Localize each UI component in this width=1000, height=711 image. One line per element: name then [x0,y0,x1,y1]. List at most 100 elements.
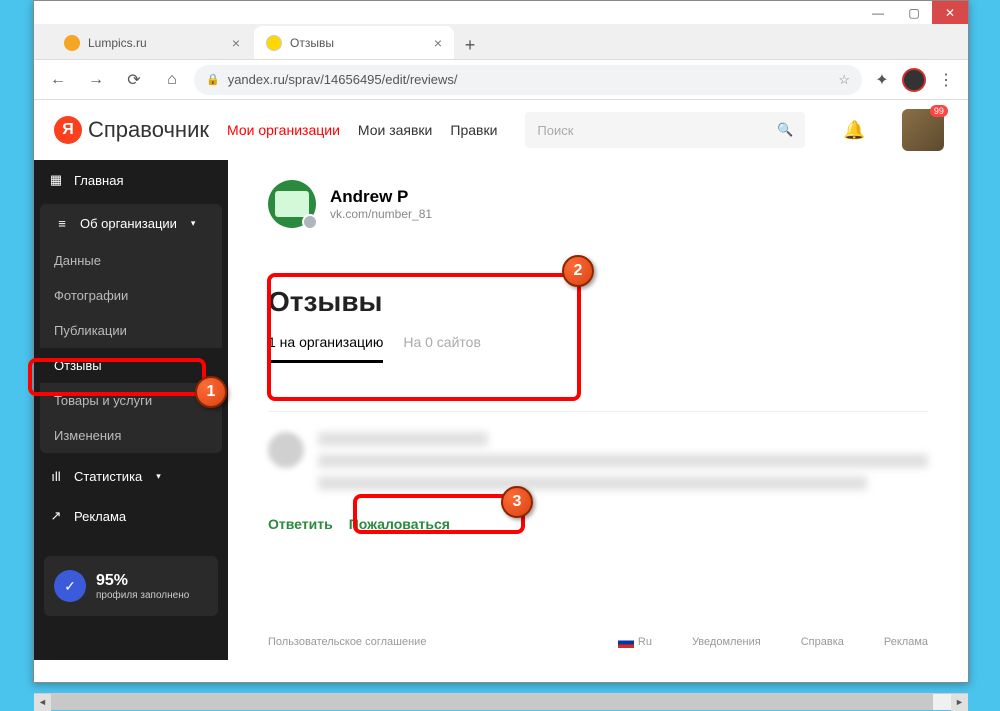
footer-help[interactable]: Справка [801,636,844,648]
browser-window: — ▢ ✕ Lumpics.ru × Отзывы × + ← → ⟳ ⌂ 🔒 … [33,0,969,683]
sidebar-label: Главная [74,173,123,188]
search-input[interactable]: Поиск 🔍 [525,112,805,148]
tab-reviews[interactable]: Отзывы × [254,26,454,59]
profile-completion[interactable]: ✓ 95% профиля заполнено [44,556,218,616]
footer-agreement[interactable]: Пользовательское соглашение [268,636,426,648]
tab-on-org[interactable]: 1 на организацию [268,334,383,363]
favicon-icon [64,35,80,51]
nav-my-orgs[interactable]: Мои организации [227,122,340,138]
chevron-down-icon: ▾ [191,218,196,229]
logo-text: Справочник [88,117,209,143]
review-item [268,432,928,498]
trend-icon: ↗ [48,508,64,524]
grid-icon: ▦ [48,172,64,188]
forward-button[interactable]: → [80,64,112,96]
sidebar: ▦ Главная ≡ Об организации ▾ Данные Фото… [34,160,228,660]
flag-ru-icon [618,637,634,648]
favicon-icon [266,35,282,51]
org-header: Andrew P vk.com/number_81 [268,180,928,228]
sidebar-sub-photos[interactable]: Фотографии [40,278,222,313]
marker-3: 3 [501,486,533,518]
org-name: Andrew P [330,187,432,207]
verify-badge-icon [302,214,318,230]
horizontal-scrollbar[interactable]: ◄ ► [34,693,968,710]
sidebar-item-ads[interactable]: ↗ Реклама [34,496,228,536]
footer-lang[interactable]: Ru [618,636,652,648]
address-bar: ← → ⟳ ⌂ 🔒 yandex.ru/sprav/14656495/edit/… [34,60,968,100]
menu-icon: ≡ [54,216,70,231]
marker-2: 2 [562,255,594,287]
blurred-text [318,454,928,468]
chevron-down-icon: ▾ [156,471,161,482]
profile-label: профиля заполнено [96,590,189,601]
tab-title: Отзывы [290,36,334,50]
minimize-button[interactable]: — [860,1,896,24]
sidebar-item-home[interactable]: ▦ Главная [34,160,228,200]
blurred-text [318,476,867,490]
footer-notifications[interactable]: Уведомления [692,636,761,648]
yandex-logo[interactable]: Я Справочник [54,116,209,144]
main-content: Andrew P vk.com/number_81 Отзывы 1 на ор… [228,160,968,660]
monitor-icon [275,191,309,217]
tab-title: Lumpics.ru [88,36,147,50]
org-avatar[interactable] [268,180,316,228]
titlebar: — ▢ ✕ [34,1,968,24]
blurred-text [318,432,488,446]
tab-lumpics[interactable]: Lumpics.ru × [52,26,252,59]
url-bar[interactable]: 🔒 yandex.ru/sprav/14656495/edit/reviews/… [194,65,862,95]
menu-icon[interactable]: ⋮ [932,66,960,94]
sidebar-sub-data[interactable]: Данные [40,243,222,278]
sidebar-label: Об организации [80,216,177,231]
sidebar-sub-reviews[interactable]: Отзывы [40,348,222,383]
close-button[interactable]: ✕ [932,1,968,24]
tab-close-icon[interactable]: × [434,35,442,51]
lock-icon: 🔒 [206,73,220,86]
yandex-header: Я Справочник Мои организации Мои заявки … [34,100,968,160]
tab-close-icon[interactable]: × [232,35,240,51]
review-tabs: 1 на организацию На 0 сайтов [268,334,928,381]
footer-ads[interactable]: Реклама [884,636,928,648]
profile-avatar[interactable] [902,68,926,92]
tab-strip: Lumpics.ru × Отзывы × + [34,24,968,60]
bell-icon[interactable]: 🔔 [843,120,865,141]
new-tab-button[interactable]: + [456,31,484,59]
url-text: yandex.ru/sprav/14656495/edit/reviews/ [228,72,458,87]
scroll-thumb[interactable] [51,694,933,710]
sidebar-group-about: ≡ Об организации ▾ Данные Фотографии Пуб… [40,204,222,453]
yandex-badge-icon: Я [54,116,82,144]
search-icon: 🔍 [777,122,793,138]
reviews-title: Отзывы [268,258,928,318]
back-button[interactable]: ← [42,64,74,96]
review-actions: Ответить Пожаловаться [268,516,928,532]
user-avatar[interactable]: 99 [902,109,944,151]
nav-my-requests[interactable]: Мои заявки [358,122,432,138]
sidebar-sub-changes[interactable]: Изменения [40,418,222,453]
marker-1: 1 [195,376,227,408]
home-button[interactable]: ⌂ [156,64,188,96]
search-placeholder: Поиск [537,123,573,138]
bookmark-star-icon[interactable]: ☆ [838,72,850,88]
reload-button[interactable]: ⟳ [118,64,150,96]
notification-badge: 99 [930,105,948,117]
body-row: ▦ Главная ≡ Об организации ▾ Данные Фото… [34,160,968,660]
reviewer-avatar [268,432,304,468]
footer: Пользовательское соглашение Ru Уведомлен… [228,624,968,660]
sidebar-sub-publications[interactable]: Публикации [40,313,222,348]
maximize-button[interactable]: ▢ [896,1,932,24]
review-list: Ответить Пожаловаться [268,411,928,532]
scroll-right-icon[interactable]: ► [951,694,968,711]
page-content: Я Справочник Мои организации Мои заявки … [34,100,968,660]
sidebar-item-about-org[interactable]: ≡ Об организации ▾ [40,204,222,243]
stats-icon: ıll [48,469,64,484]
profile-percent: 95% [96,572,189,590]
tab-on-sites[interactable]: На 0 сайтов [403,334,481,363]
scroll-left-icon[interactable]: ◄ [34,694,51,711]
sidebar-label: Статистика [74,469,142,484]
report-button[interactable]: Пожаловаться [349,516,450,532]
org-subtitle: vk.com/number_81 [330,207,432,221]
extension-icon[interactable]: ✦ [868,66,896,94]
nav-edits[interactable]: Правки [450,122,497,138]
reply-button[interactable]: Ответить [268,516,333,532]
check-badge-icon: ✓ [54,570,86,602]
sidebar-item-stats[interactable]: ıll Статистика ▾ [34,457,228,496]
